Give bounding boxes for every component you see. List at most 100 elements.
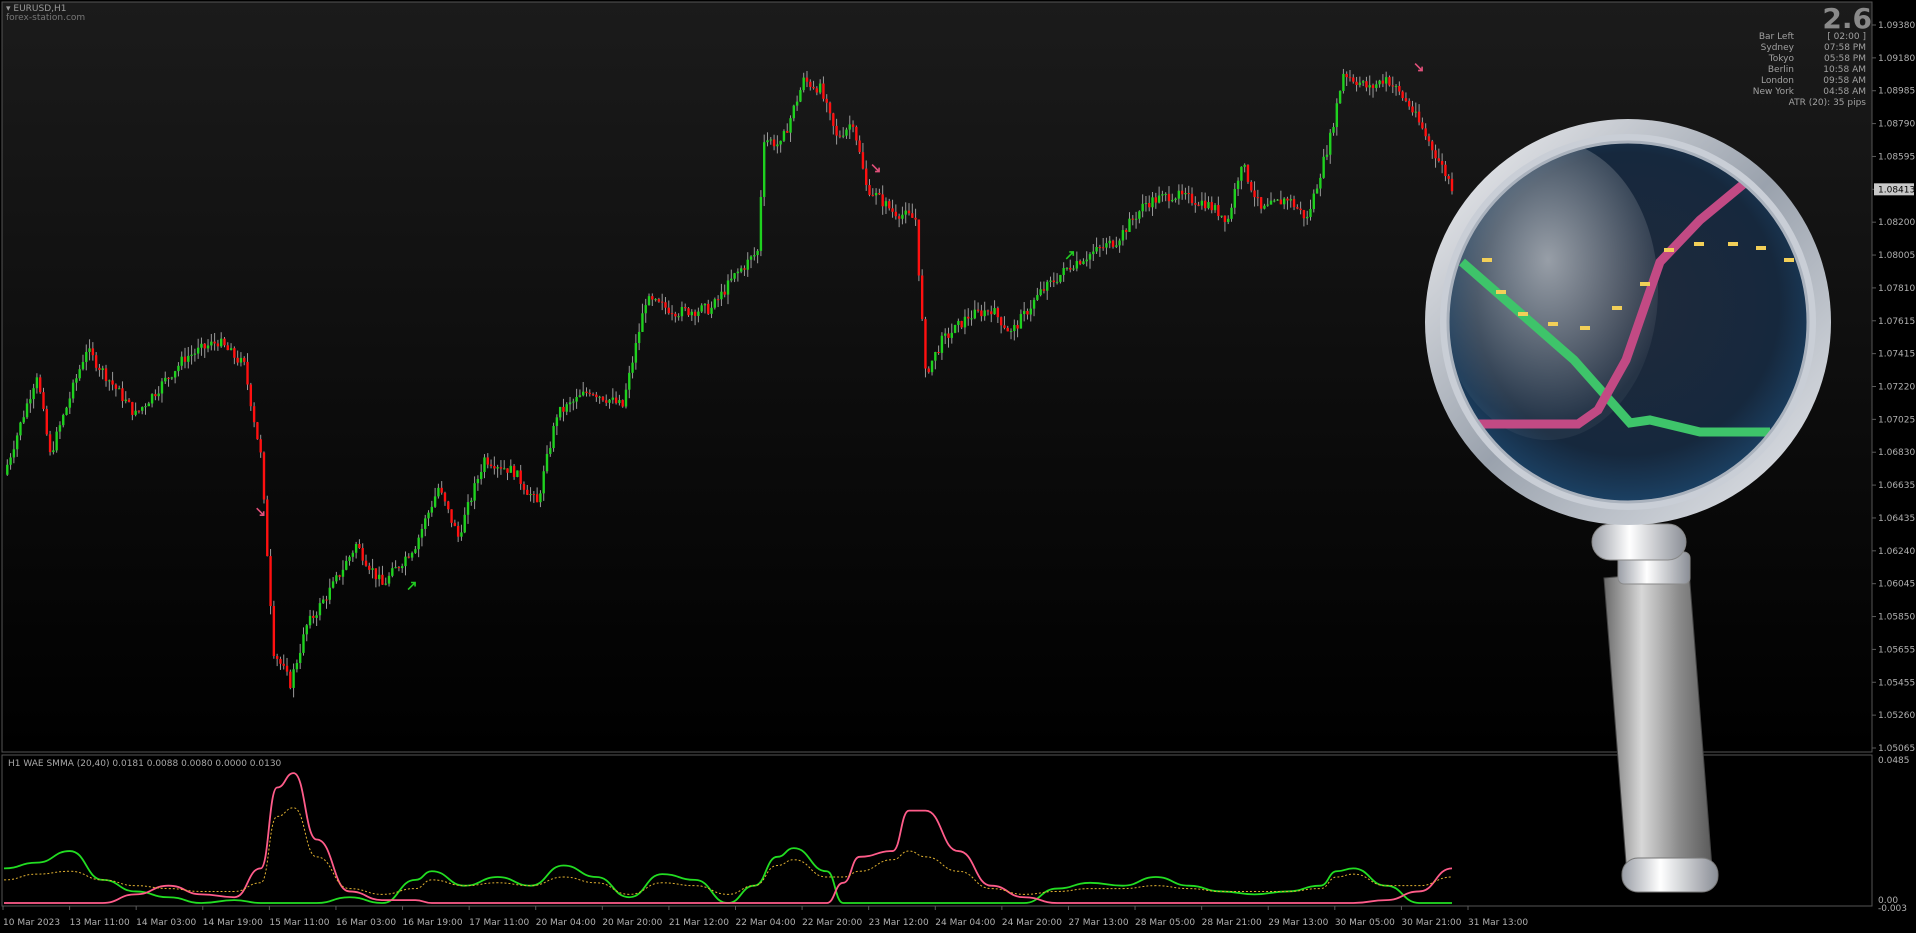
candle-bear — [275, 656, 279, 659]
candle-bear — [374, 568, 378, 580]
zoom-dot — [1756, 246, 1766, 250]
chart-canvas: 1.09380 1.09180 1.08985 1.08790 1.08595 1.084… — [1, 1, 1915, 928]
candle-bear — [121, 388, 124, 402]
candle-bear — [94, 355, 98, 368]
candle-bull — [953, 325, 957, 333]
candle-bull — [1394, 86, 1398, 88]
candle-bear — [447, 501, 450, 510]
candle-bear — [48, 434, 52, 453]
candle-bull — [1105, 243, 1108, 248]
candle-bull — [1230, 207, 1233, 219]
candle-bull — [1009, 331, 1013, 333]
candle-bull — [555, 417, 559, 427]
candle-bear — [1381, 80, 1385, 84]
candle-bear — [338, 575, 341, 577]
candle-bear — [851, 124, 855, 127]
candle-bull — [578, 395, 582, 397]
price-tick-label: 1.07220 — [1878, 383, 1915, 393]
info-label: London — [1761, 76, 1794, 86]
candle-bear — [1292, 199, 1296, 208]
candle-bear — [381, 574, 384, 585]
candle-bull — [345, 560, 348, 570]
candle-bull — [1273, 200, 1276, 202]
price-tick-label: 1.05655 — [1878, 645, 1915, 655]
candle-bear — [532, 494, 536, 496]
candle-bull — [611, 397, 615, 400]
candle-bear — [920, 275, 924, 320]
candle-bear — [881, 194, 884, 207]
candle-bull — [631, 362, 634, 373]
candle-bull — [473, 483, 476, 501]
candle-bear — [1101, 247, 1105, 249]
candle-bull — [608, 399, 611, 403]
candle-bear — [1352, 77, 1355, 82]
candle-bear — [1431, 141, 1434, 151]
candle-bear — [1259, 197, 1263, 209]
candle-bull — [940, 335, 944, 353]
candle-bull — [697, 311, 700, 316]
candle-bull — [1315, 188, 1319, 194]
candle-bull — [210, 341, 213, 346]
candle-bull — [1306, 216, 1309, 219]
candle-bull — [414, 549, 417, 553]
candle-bear — [693, 311, 697, 316]
candle-bear — [1154, 197, 1158, 203]
time-tick-label: 30 Mar 05:00 — [1335, 918, 1395, 928]
time-tick-label: 27 Mar 13:00 — [1068, 918, 1128, 928]
candle-bull — [779, 140, 782, 145]
candle-bull — [157, 393, 160, 397]
candle-bear — [1450, 178, 1454, 192]
candle-bull — [874, 192, 878, 196]
candle-bull — [539, 493, 542, 503]
info-label: Tokyo — [1768, 54, 1794, 64]
candle-bear — [39, 377, 42, 393]
candle-bear — [1411, 106, 1414, 113]
candle-bull — [229, 348, 233, 351]
candle-bear — [512, 465, 516, 477]
candle-bull — [476, 478, 480, 484]
price-tick-label: 1.08413 — [1878, 185, 1915, 195]
candle-bear — [262, 452, 266, 500]
candle-bull — [318, 603, 322, 616]
candle-bear — [1167, 193, 1171, 202]
candle-bull — [1138, 211, 1141, 219]
candle-bear — [772, 139, 776, 147]
candle-bull — [753, 255, 756, 257]
indicator-lines — [3, 772, 1453, 904]
candle-bull — [85, 351, 88, 362]
price-tick-label: 1.07615 — [1878, 317, 1915, 327]
candle-bull — [322, 599, 325, 604]
candle-bear — [1223, 215, 1227, 223]
candle-bull — [1378, 80, 1381, 85]
candle-bear — [256, 422, 259, 440]
zoom-dot — [1612, 306, 1622, 310]
candle-bull — [430, 506, 434, 513]
candle-bull — [1414, 111, 1417, 113]
candle-bull — [1062, 268, 1065, 275]
candle-bear — [809, 81, 812, 87]
indicator-label: H1 WAE SMMA (20,40) 0.0181 0.0088 0.0080… — [8, 759, 282, 769]
candle-bull — [766, 140, 769, 143]
candle-bull — [150, 394, 154, 404]
info-row: Tokyo 05:58 PM — [1715, 54, 1866, 65]
candle-bull — [1322, 156, 1325, 178]
candle-bull — [52, 450, 55, 453]
candle-bull — [749, 256, 753, 260]
price-tick-label: 1.06045 — [1878, 580, 1915, 590]
candle-bull — [1022, 310, 1026, 315]
candle-bear — [855, 126, 858, 141]
candle-bull — [720, 291, 723, 300]
candle-bull — [12, 449, 16, 458]
candle-bear — [1197, 204, 1200, 206]
candle-bull — [1115, 245, 1118, 247]
candle-bull — [733, 273, 736, 279]
indicator-line-pink — [4, 772, 1453, 904]
candle-bull — [624, 389, 628, 407]
candle-bull — [529, 494, 532, 496]
candle-bear — [707, 303, 710, 314]
candle-bull — [782, 131, 786, 141]
candle-bull — [177, 365, 180, 372]
candle-bull — [1213, 205, 1217, 211]
magnifier-collar — [1591, 523, 1687, 561]
price-axis: 1.09380 1.09180 1.08985 1.08790 1.08595 1.084… — [1872, 21, 1915, 754]
